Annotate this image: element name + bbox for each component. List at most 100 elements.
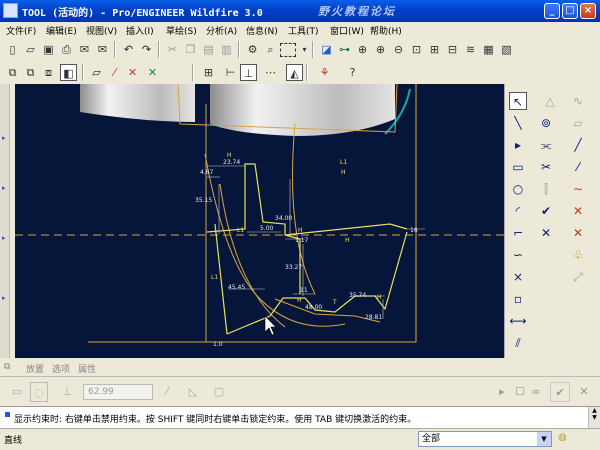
select-arrow-icon[interactable]: ↖	[509, 92, 527, 110]
model-player-icon[interactable]: ⚘	[316, 64, 333, 81]
no-hidden-icon[interactable]: ⧈	[40, 64, 57, 81]
datum-point-display-icon[interactable]: ✕	[124, 64, 141, 81]
graphics-window[interactable]: 4.67 23.74 35.15 34.00 5.00 1.17 33.27 1…	[15, 84, 504, 358]
close-button[interactable]: ×	[580, 3, 596, 19]
paste-icon[interactable]: ▤	[200, 41, 217, 58]
curve-icon[interactable]: ∼	[569, 180, 587, 198]
cut-icon[interactable]: ✂	[164, 41, 181, 58]
fillet-icon[interactable]: ⌐	[509, 224, 527, 242]
shading-icon[interactable]: ◧	[60, 64, 77, 81]
slash-icon[interactable]: ╱	[569, 136, 587, 154]
modify-icon[interactable]: ⫽	[509, 334, 527, 352]
arc-icon[interactable]: ◜	[509, 202, 527, 220]
save-icon[interactable]: ▣	[40, 41, 57, 58]
select-box-icon[interactable]	[280, 43, 296, 57]
verify-icon[interactable]: ∞	[528, 382, 544, 402]
point-icon[interactable]: △	[541, 92, 559, 110]
paste-special-icon[interactable]: ▥	[218, 41, 235, 58]
hidden-line-icon[interactable]: ⧉	[22, 64, 39, 81]
parallelogram-icon[interactable]: ▱	[569, 114, 587, 132]
sketch-canvas[interactable]: 4.67 23.74 35.15 34.00 5.00 1.17 33.27 1…	[15, 84, 504, 358]
sketch-view-icon[interactable]: ◪	[318, 41, 335, 58]
thicken-icon[interactable]: ▢	[210, 382, 228, 402]
toggle-grid-icon[interactable]: ⋯	[262, 64, 279, 81]
open-icon[interactable]: ▱	[22, 41, 39, 58]
chevron-down-icon[interactable]: ▼	[537, 432, 551, 446]
dimension-icon[interactable]: ⟷	[509, 312, 527, 330]
saved-views-icon[interactable]: ⊟	[444, 41, 461, 58]
text-box-icon[interactable]: ▫	[509, 290, 527, 308]
print-icon[interactable]: ⎙	[58, 41, 75, 58]
check-icon[interactable]: ✔	[537, 202, 555, 220]
zoom-out-icon[interactable]: ⊖	[390, 41, 407, 58]
tab-options[interactable]: 选项	[52, 362, 70, 375]
toggle-constraint-icon[interactable]: ⊥	[240, 64, 257, 81]
menu-info[interactable]: 信息(N)	[246, 24, 278, 37]
line-icon[interactable]: ╲	[509, 114, 527, 132]
datum-plane-display-icon[interactable]: ▱	[88, 64, 105, 81]
email-icon[interactable]: ✉	[76, 41, 93, 58]
message-scrollbar[interactable]: ▲ ▼	[588, 407, 600, 429]
menu-view[interactable]: 视图(V)	[86, 24, 117, 37]
datum-axis-display-icon[interactable]: ⁄	[106, 64, 123, 81]
regenerate-icon[interactable]: ⚙	[244, 41, 261, 58]
navigator-strip[interactable]: ▸ ▸ ▸ ▸	[0, 84, 10, 358]
palette-icon[interactable]: ♧	[569, 246, 587, 264]
wireframe-icon[interactable]: ⧉	[4, 64, 21, 81]
menu-tools[interactable]: 工具(T)	[288, 24, 319, 37]
chevron-right-icon[interactable]: ▸	[2, 184, 6, 192]
flip-icon[interactable]: ⁄	[158, 382, 176, 402]
spline-tool-icon[interactable]: ∽	[509, 246, 527, 264]
tab-placement[interactable]: 放置	[26, 362, 44, 375]
email-link-icon[interactable]: ✉	[94, 41, 111, 58]
remove-material-icon[interactable]: ◺	[184, 382, 202, 402]
chevron-right-icon[interactable]: ▸	[2, 294, 6, 302]
circle-icon[interactable]: ○	[509, 180, 527, 198]
reorient-icon[interactable]: ⊞	[426, 41, 443, 58]
ellipse-icon[interactable]: ⊚	[537, 114, 555, 132]
import-icon[interactable]: ⤢	[569, 268, 587, 286]
cancel-icon[interactable]: ✕	[537, 224, 555, 242]
menu-edit[interactable]: 编辑(E)	[46, 24, 77, 37]
zoom-window-icon[interactable]: ⊡	[408, 41, 425, 58]
lightbulb-icon[interactable]: ◍	[558, 432, 570, 446]
sketch-orient-icon[interactable]: ⊞	[200, 64, 217, 81]
chevron-right-icon[interactable]: ▸	[509, 136, 527, 154]
redo-icon[interactable]: ↷	[138, 41, 155, 58]
trim-icon[interactable]: ⫘	[537, 136, 555, 154]
menu-window[interactable]: 窗口(W)	[330, 24, 364, 37]
rectangle-icon[interactable]: ▭	[509, 158, 527, 176]
find-icon[interactable]: ⌕	[262, 41, 279, 58]
cross-point-icon[interactable]: ×	[509, 268, 527, 286]
preview-icon[interactable]: ☐	[512, 382, 528, 402]
menu-sketch[interactable]: 草绘(S)	[166, 24, 197, 37]
chevron-down-icon[interactable]: ▾	[296, 41, 313, 58]
maximize-button[interactable]: □	[562, 3, 578, 19]
cancel-x-icon[interactable]: ✕	[574, 382, 594, 402]
toggle-vertex-icon[interactable]: ◭	[286, 64, 303, 81]
undo-icon[interactable]: ↶	[120, 41, 137, 58]
copy-icon[interactable]: ❐	[182, 41, 199, 58]
whats-this-help-icon[interactable]: ?	[344, 64, 361, 81]
menu-analysis[interactable]: 分析(A)	[206, 24, 237, 37]
mirror-icon[interactable]: ⫿	[537, 180, 555, 198]
spline-icon[interactable]: ∿	[569, 92, 587, 110]
selection-filter[interactable]: 全部 ▼	[418, 431, 552, 447]
coord-sys-icon[interactable]: ✕	[569, 224, 587, 242]
datum-axis-icon[interactable]: ⊶	[336, 41, 353, 58]
tab-properties[interactable]: 属性	[78, 362, 96, 375]
minimize-button[interactable]: _	[544, 3, 560, 19]
solid-icon[interactable]: ▭	[8, 382, 26, 402]
arc-pen-icon[interactable]: ⁄	[569, 158, 587, 176]
depth-option-icon[interactable]: ⊥	[58, 382, 76, 402]
coord-sys-display-icon[interactable]: ✕	[144, 64, 161, 81]
view-manager-icon[interactable]: ▦	[480, 41, 497, 58]
menu-help[interactable]: 帮助(H)	[370, 24, 402, 37]
zoom-in-icon[interactable]: ⊕	[372, 41, 389, 58]
placement-tab-icon[interactable]: ⧉	[4, 362, 10, 372]
surface-icon[interactable]: ◌	[30, 382, 48, 402]
layers-icon[interactable]: ≋	[462, 41, 479, 58]
menu-insert[interactable]: 插入(I)	[126, 24, 154, 37]
apply-check-icon[interactable]: ✔	[550, 382, 570, 402]
point-cross-icon[interactable]: ✕	[569, 202, 587, 220]
